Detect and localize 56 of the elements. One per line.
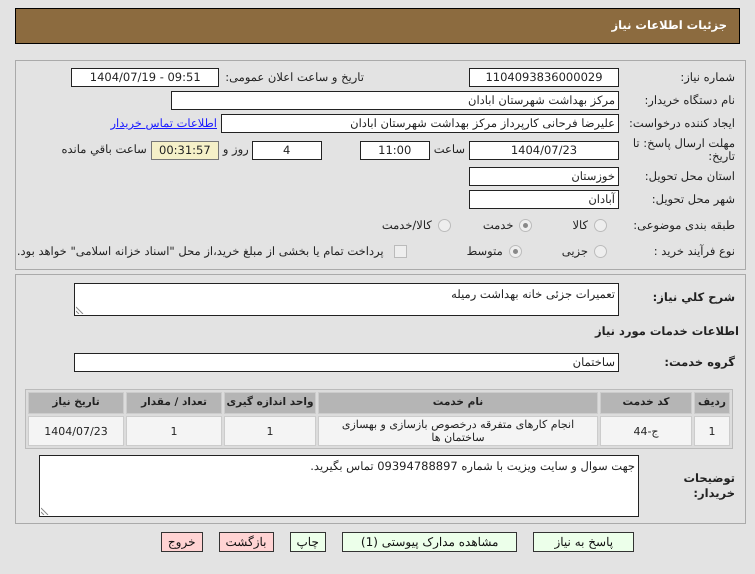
treasury-note: پرداخت تمام یا بخشی از مبلغ خرید،از محل "اسناد خزانه اسلامی" خواهد بود.: [16, 242, 384, 260]
field-label: توضیحات خریدار:: [682, 470, 736, 501]
column-header: تعداد / مقدار: [126, 392, 222, 414]
input-field[interactable]: 4: [252, 140, 322, 160]
table-cell: 1: [224, 416, 316, 446]
input-field[interactable]: خوزستان: [469, 167, 619, 186]
field-label: استان محل تحویل:: [644, 168, 736, 185]
column-header: ردیف: [694, 392, 730, 414]
table-cell: 1: [694, 416, 730, 446]
option-label: کالا/خدمت: [382, 216, 432, 234]
area-text: تعمیرات جزئی خانه بهداشت رمیله: [451, 287, 615, 301]
field-label: تاریخ و ساعت اعلان عمومی:: [225, 68, 364, 86]
field-label: ایجاد کننده درخواست:: [628, 114, 736, 132]
field-label: طبقه بندی موضوعی:: [632, 216, 736, 234]
input-field[interactable]: 1404/07/23: [469, 140, 619, 160]
table-cell: انجام کارهای متفرقه درخصوص بازسازی و بهسازی ساختمان ها: [318, 416, 598, 446]
input-field[interactable]: 1404/07/19 - 09:51: [71, 68, 220, 87]
option-label: کالا: [572, 216, 588, 234]
field-label: شهر محل تحویل:: [650, 190, 736, 208]
input-field[interactable]: 1104093836000029: [469, 68, 619, 87]
table-cell: ج-44: [600, 416, 692, 446]
section-heading: اطلاعات خدمات مورد نیاز: [595, 322, 739, 340]
field-label: شماره نیاز:: [679, 68, 736, 86]
column-header: نام خدمت: [318, 392, 598, 414]
column-header: کد خدمت: [600, 392, 692, 414]
input-field[interactable]: مرکز بهداشت شهرستان ابادان: [171, 91, 619, 110]
input-field[interactable]: 11:00: [360, 140, 430, 160]
input-field[interactable]: علیرضا فرحانی کارپرداز مرکز بهداشت شهرستان ابادان: [221, 114, 619, 133]
input-field[interactable]: ساختمان: [74, 353, 619, 372]
column-header: واحد اندازه گیری: [224, 392, 316, 414]
countdown-field[interactable]: 00:31:57: [150, 140, 219, 160]
text-area[interactable]: جهت سوال و سایت ویزیت با شماره 09394788897 تماس بگیرید.: [39, 455, 639, 517]
field-label: شرح کلي نیاز:: [652, 289, 736, 306]
action-button[interactable]: مشاهده مدارک پیوستی (1): [342, 532, 518, 552]
input-field[interactable]: آبادان: [469, 190, 619, 209]
action-button[interactable]: پاسخ به نیاز: [533, 532, 634, 552]
table-cell: 1404/07/23: [28, 416, 124, 446]
field-label: مهلت ارسال پاسخ: تا تاریخ:: [632, 137, 736, 163]
option-label: جزیی: [562, 242, 588, 260]
contact-link[interactable]: اطلاعات تماس خریدار: [110, 114, 217, 132]
action-button[interactable]: چاپ: [290, 532, 326, 552]
field-label: ساعت: [434, 141, 465, 158]
option-label: متوسط: [466, 242, 503, 260]
action-button[interactable]: خروج: [160, 532, 202, 552]
field-label: نوع فرآیند خرید :: [652, 242, 736, 260]
field-label: ساعت باقي مانده: [62, 141, 147, 158]
table-cell: 1: [126, 416, 222, 446]
area-text: جهت سوال و سایت ویزیت با شماره 09394788897 تماس بگیرید.: [310, 459, 635, 473]
field-label: گروه خدمت:: [663, 354, 736, 371]
option-label: خدمت: [482, 216, 514, 234]
field-label: نام دستگاه خریدار:: [643, 92, 736, 109]
text-area[interactable]: تعمیرات جزئی خانه بهداشت رمیله: [74, 283, 619, 316]
header-title: جزئیات اطلاعات نیاز: [611, 17, 727, 34]
field-label: روز و: [222, 141, 249, 158]
action-button[interactable]: بازگشت: [218, 532, 274, 552]
column-header: تاریخ نیاز: [28, 392, 124, 414]
